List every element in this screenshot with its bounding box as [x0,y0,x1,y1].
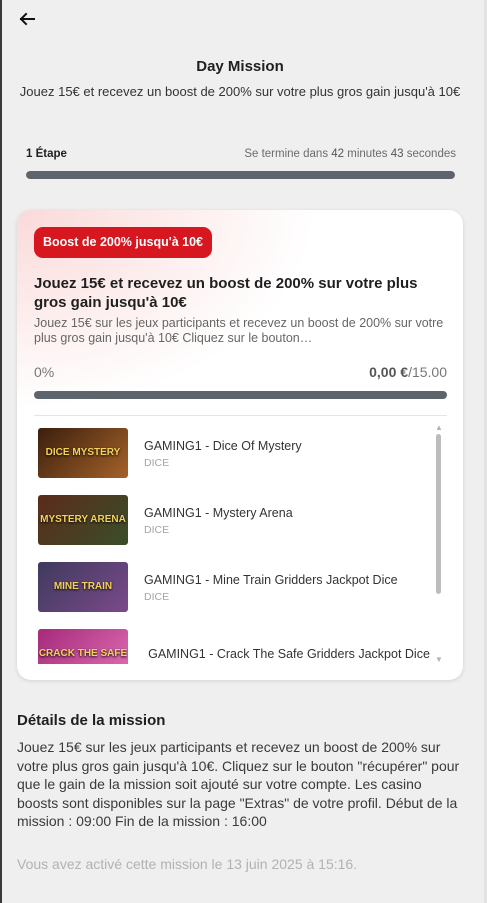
activation-note: Vous avez activé cette mission le 13 jui… [17,856,358,872]
game-thumbnail-logo: CRACK THE SAFE [38,648,128,659]
timer-prefix: Se termine dans [244,148,329,160]
game-list: DICE MYSTERY GAMING1 - Dice Of Mystery DIC… [34,422,430,664]
step-progress-bar [26,171,455,179]
mission-title: Jouez 15€ et recevez un boost de 200% su… [34,275,418,311]
target-amount: /15.00 [408,364,447,380]
details-title: Détails de la mission [17,712,166,729]
divider [34,415,447,416]
game-thumbnail-logo: MYSTERY ARENA [40,514,126,525]
game-name: GAMING1 - Mystery Arena [144,505,293,520]
game-provider: DICE [144,456,170,469]
game-provider: DICE [144,523,170,536]
game-info: GAMING1 - Mystery Arena DICE [144,505,424,536]
game-item[interactable]: MINE TRAIN GAMING1 - Mine Train Gridders … [34,559,430,615]
game-info: GAMING1 - Mine Train Gridders Jackpot Di… [144,572,424,603]
window-left-edge [0,0,2,903]
game-info: GAMING1 - Crack The Safe Gridders Jackpo… [144,646,430,662]
game-name: GAMING1 - Dice Of Mystery [144,438,302,453]
timer-seconds: 43 [390,148,404,160]
game-item[interactable]: MYSTERY ARENA GAMING1 - Mystery Arena DICE [34,492,430,548]
game-name: GAMING1 - Mine Train Gridders Jackpot Di… [144,572,398,587]
game-info: GAMING1 - Dice Of Mystery DICE [144,438,424,469]
progress-amount: 0,00 €/15.00 [369,364,447,380]
details-body: Jouez 15€ sur les jeux participants et r… [17,739,460,829]
game-thumbnail-logo: MINE TRAIN [53,581,113,592]
timer-minutes: 42 [331,148,345,160]
timer-minutes-unit: minutes [347,148,388,160]
scroll-down-icon[interactable]: ▼ [435,656,443,664]
step-label: 1 Étape [26,148,67,160]
step-progress-fill [26,171,455,179]
progress-percent: 0% [34,364,55,380]
game-thumbnail[interactable]: MINE TRAIN [38,562,128,612]
game-thumbnail[interactable]: MYSTERY ARENA [38,495,128,545]
game-item[interactable]: CRACK THE SAFE GAMING1 - Crack The Safe G… [34,626,430,664]
game-thumbnail[interactable]: DICE MYSTERY [38,428,128,478]
scroll-up-icon[interactable]: ▲ [435,424,443,432]
mission-card: Boost de 200% jusqu'à 10€ Jouez 15€ et r… [17,210,463,680]
boost-badge: Boost de 200% jusqu'à 10€ [34,227,212,258]
game-list-scrollbar[interactable]: ▲ ▼ [435,424,443,664]
step-row: 1 Étape Se termine dans 42 minutes 43 se… [26,148,456,160]
game-item[interactable]: DICE MYSTERY GAMING1 - Dice Of Mystery DIC… [34,425,430,481]
mission-progress-bar [34,391,447,399]
page-subtitle: Jouez 15€ et recevez un boost de 200% su… [19,84,461,99]
arrow-left-icon [19,12,35,26]
game-name: GAMING1 - Crack The Safe Gridders Jackpo… [148,647,430,661]
scroll-thumb[interactable] [436,434,441,594]
page-title: Day Mission [196,58,284,75]
mission-description: Jouez 15€ sur les jeux participants et r… [34,316,444,345]
game-thumbnail-logo: DICE MYSTERY [45,447,121,458]
game-thumbnail[interactable]: CRACK THE SAFE [38,629,128,664]
back-button[interactable] [16,8,38,30]
game-provider: DICE [144,590,170,603]
timer-seconds-unit: secondes [406,148,456,160]
current-amount: 0,00 € [369,364,409,380]
countdown-timer: Se termine dans 42 minutes 43 secondes [244,148,456,160]
